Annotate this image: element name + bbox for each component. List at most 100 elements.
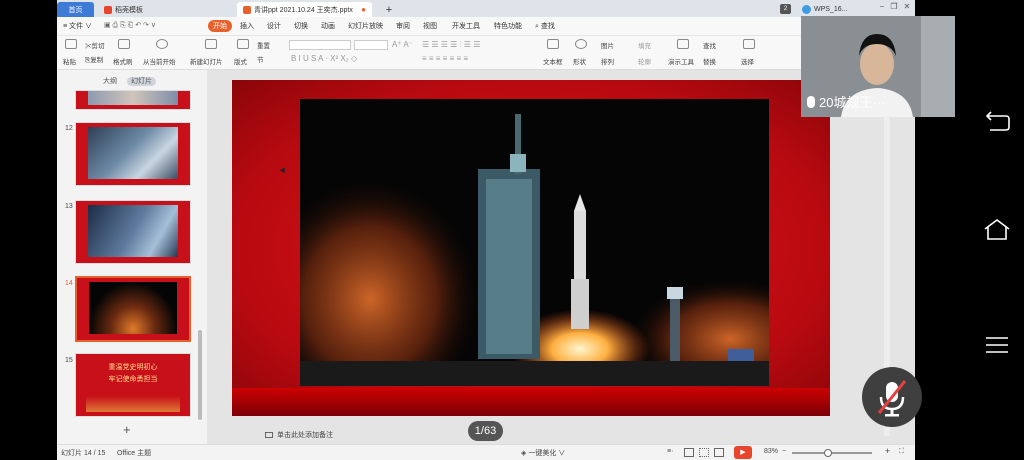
tab-current-file[interactable]: 青讲ppt 2021.10.24 王奕杰.pptx ●: [237, 2, 372, 17]
tab-home[interactable]: 首页: [57, 2, 94, 17]
layout-icon[interactable]: [237, 39, 249, 49]
text-format-icons[interactable]: B I U S A · X² X₂ ◇: [291, 54, 357, 63]
slide-rocket-launch-photo[interactable]: [300, 99, 769, 386]
video-call-tile[interactable]: 20城规王···: [801, 16, 955, 117]
from-current-button[interactable]: 从当前开始: [143, 56, 176, 66]
fit-window-icon[interactable]: ⛶: [899, 448, 904, 456]
select-button[interactable]: 选择: [741, 56, 754, 66]
slide-editor-canvas[interactable]: [207, 70, 915, 444]
menu-developer[interactable]: 开发工具: [452, 21, 480, 31]
menu-slideshow[interactable]: 幻灯片放映: [348, 21, 383, 31]
zoom-in-button[interactable]: +: [885, 446, 890, 456]
slide-thumbnail-12[interactable]: [75, 122, 191, 186]
tab-home-label: 首页: [68, 6, 83, 14]
rocket-launch-image: [300, 114, 769, 386]
tab-slides[interactable]: 幻灯片: [126, 77, 156, 86]
participant-name: 20城规王···: [819, 95, 886, 110]
slide-sorter-icon[interactable]: [699, 448, 709, 457]
tab-close-dot-icon[interactable]: ●: [361, 5, 366, 14]
shape-icon[interactable]: [575, 39, 587, 49]
back-icon[interactable]: [982, 108, 1012, 132]
quick-access-icons[interactable]: ▣ ⎙ ⎘ ⎗ ↶ ↷ ∨: [104, 21, 156, 30]
slide-thumbnail-15[interactable]: 重温党史明初心 牢记使命勇担当: [75, 353, 191, 417]
home-icon[interactable]: [982, 217, 1012, 241]
format-painter-button[interactable]: 格式刷: [113, 56, 133, 66]
reset-button[interactable]: 重置: [257, 40, 270, 50]
paste-icon[interactable]: [65, 39, 77, 49]
menu-lines-icon[interactable]: [982, 333, 1012, 357]
account-button[interactable]: WPS_16...: [802, 2, 847, 17]
font-size-select[interactable]: [354, 40, 388, 50]
tab-file-label: 青讲ppt 2021.10.24 王奕杰.pptx: [254, 6, 353, 14]
system-navigation-bar: [970, 0, 1024, 460]
select-icon[interactable]: [743, 39, 755, 49]
tab-outline[interactable]: 大纲: [103, 78, 117, 85]
menu-insert[interactable]: 插入: [240, 21, 254, 31]
menu-view[interactable]: 视图: [423, 21, 437, 31]
slide-thumbnail-13[interactable]: [75, 200, 191, 264]
menu-animation[interactable]: 动画: [321, 21, 335, 31]
file-menu[interactable]: ≡ 文件 ∨: [63, 21, 92, 31]
current-slide[interactable]: [232, 80, 830, 416]
slide-number-active: 14: [65, 280, 73, 287]
close-window-icon[interactable]: ✕: [900, 2, 914, 11]
theme-name: Office 主题: [117, 450, 152, 457]
layout-button[interactable]: 版式: [234, 56, 247, 66]
presentation-tools-button[interactable]: 演示工具: [668, 56, 694, 66]
zoom-slider-knob[interactable]: [824, 449, 832, 457]
menu-features[interactable]: 特色功能: [494, 21, 522, 31]
menu-start[interactable]: 开始: [208, 20, 232, 32]
slide-thumbnail-14-active[interactable]: [75, 276, 191, 342]
mute-microphone-button[interactable]: [862, 367, 922, 427]
zoom-level[interactable]: 83%: [764, 448, 778, 455]
new-tab-button[interactable]: +: [381, 2, 397, 17]
cut-label: 剪切: [91, 43, 105, 50]
new-slide-icon[interactable]: [205, 39, 217, 49]
picture-button[interactable]: 图片: [601, 40, 614, 50]
menu-transition[interactable]: 切换: [294, 21, 308, 31]
cut-button[interactable]: ✂剪切: [85, 40, 105, 50]
restore-icon[interactable]: ❐: [887, 2, 901, 11]
find-button[interactable]: 查找: [703, 40, 716, 50]
play-from-current-icon[interactable]: [156, 39, 168, 49]
paragraph-icons-bottom[interactable]: ≡ ≡ ≡ ≡ ≡ ≡ ≡: [422, 54, 468, 63]
menu-design[interactable]: 设计: [267, 21, 281, 31]
shape-button[interactable]: 形状: [573, 56, 586, 66]
presentation-tools-icon[interactable]: [677, 39, 689, 49]
textbox-icon[interactable]: [547, 39, 559, 49]
menu-search[interactable]: ⌕ 查找: [535, 21, 555, 31]
zoom-out-button[interactable]: −: [782, 448, 786, 455]
slide-red-stage-decoration: [232, 388, 830, 416]
new-slide-button[interactable]: 新建幻灯片: [190, 56, 223, 66]
outline-button[interactable]: 轮廓: [638, 56, 651, 66]
tab-templates[interactable]: 稻壳模板: [98, 2, 193, 17]
textbox-button[interactable]: 文本框: [543, 56, 563, 66]
menu-review[interactable]: 审阅: [396, 21, 410, 31]
slideshow-play-button[interactable]: ▶: [734, 446, 752, 459]
font-family-select[interactable]: [289, 40, 351, 50]
panel-scrollbar[interactable]: [198, 330, 202, 420]
font-size-adjust-icons[interactable]: A⁺ A⁻: [392, 40, 413, 49]
replace-button[interactable]: 替换: [703, 56, 716, 66]
fill-button[interactable]: 填充: [638, 40, 651, 50]
notes-icon: [265, 431, 273, 438]
slide-number: 13: [65, 203, 73, 210]
copy-button[interactable]: ⎘复制: [85, 54, 103, 65]
notes-area[interactable]: 单击此处添加备注: [207, 425, 915, 444]
arrange-button[interactable]: 排列: [601, 56, 614, 66]
paste-button[interactable]: 粘贴: [63, 56, 76, 66]
add-slide-button[interactable]: +: [123, 422, 131, 437]
notes-toggle-icon[interactable]: ≡·: [667, 448, 673, 455]
format-painter-icon[interactable]: [118, 39, 130, 49]
reading-view-icon[interactable]: [714, 448, 724, 457]
zoom-slider[interactable]: [792, 449, 872, 457]
paragraph-icons-top[interactable]: ☰ ☰ ☰ ☰ ⫶ ☰ ☰: [422, 40, 480, 50]
beautify-button[interactable]: ◈ 一键美化 ∨: [521, 448, 565, 458]
participant-label: 20城规王···: [807, 92, 885, 111]
thumbnail-city-skyline: [86, 396, 180, 412]
slide-thumbnail-11[interactable]: [75, 90, 191, 110]
normal-view-icon[interactable]: [684, 448, 694, 457]
notification-badge[interactable]: 2: [780, 4, 791, 14]
window-tab-bar: 首页 稻壳模板 青讲ppt 2021.10.24 王奕杰.pptx ● + 2 W…: [57, 0, 915, 17]
section-button[interactable]: 节: [257, 54, 264, 64]
